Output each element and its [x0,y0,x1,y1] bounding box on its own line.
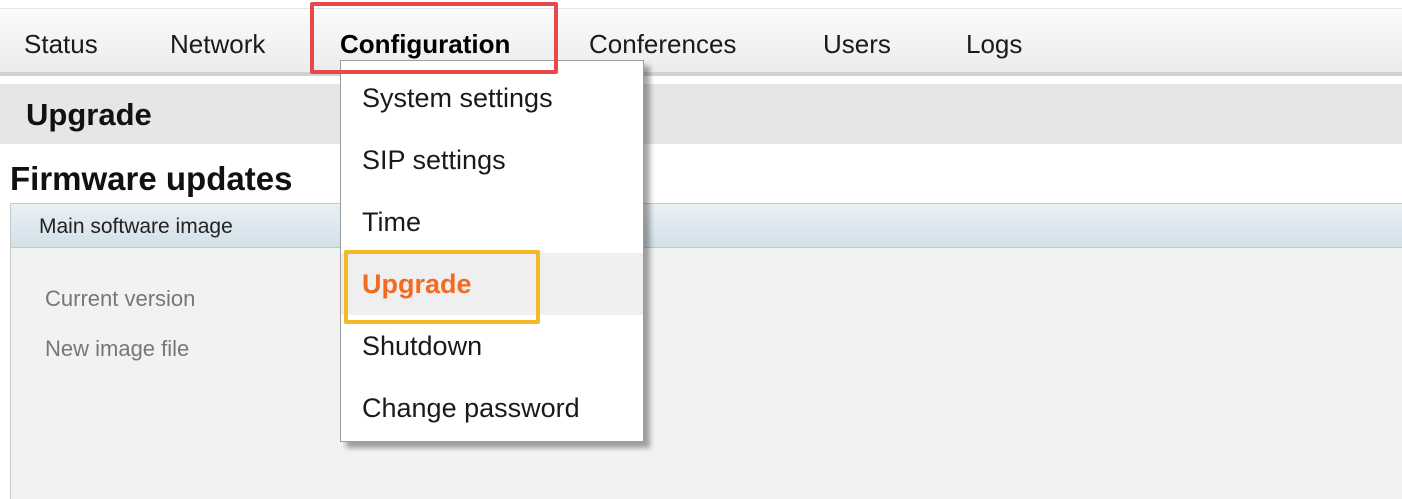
menu-item-sip-settings[interactable]: SIP settings [341,129,643,191]
nav-status[interactable]: Status [24,27,98,61]
panel-header-title: Main software image [39,215,233,238]
main-software-image-panel: Main software image Current version New … [10,203,1402,499]
page-title: Upgrade [26,97,152,132]
nav-configuration[interactable]: Configuration [340,27,510,61]
menu-item-time[interactable]: Time [341,191,643,253]
top-nav: Status Network Configuration Conferences… [0,8,1402,76]
menu-item-system-settings[interactable]: System settings [341,67,643,129]
panel-header: Main software image [11,204,1402,248]
section-title: Firmware updates [10,160,293,197]
nav-users[interactable]: Users [823,27,891,61]
menu-item-change-password[interactable]: Change password [341,377,643,439]
current-version-label: Current version [45,286,196,311]
menu-item-upgrade[interactable]: Upgrade [341,253,643,315]
nav-conferences[interactable]: Conferences [589,27,736,61]
configuration-dropdown-menu: System settings SIP settings Time Upgrad… [340,60,644,442]
new-image-file-label: New image file [45,336,190,361]
menu-item-shutdown[interactable]: Shutdown [341,315,643,377]
page-header-bar: Upgrade [0,84,1402,144]
nav-network[interactable]: Network [170,27,265,61]
nav-logs[interactable]: Logs [966,27,1022,61]
